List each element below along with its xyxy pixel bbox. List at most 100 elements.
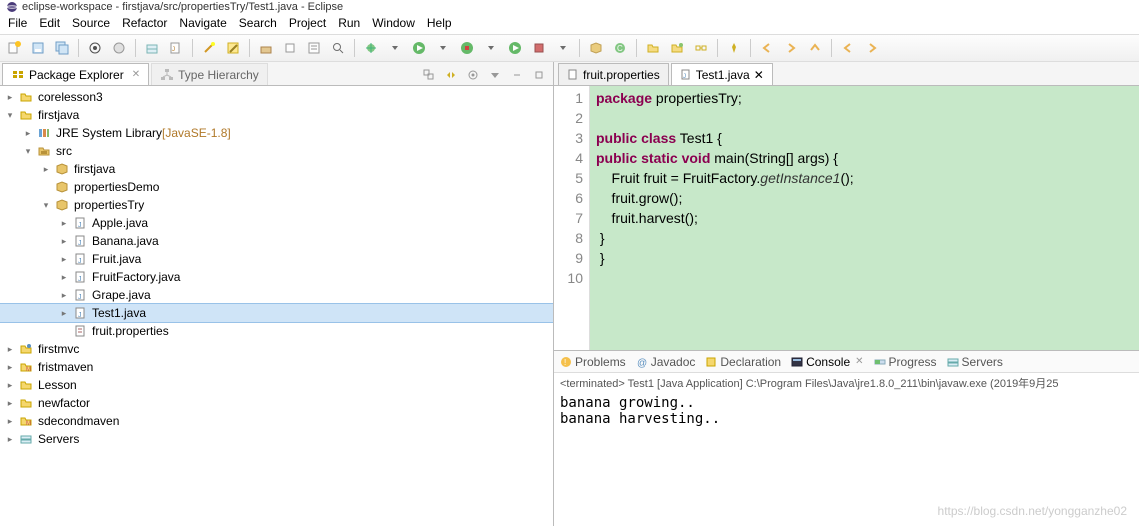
tree-node-project[interactable]: ▸Msdecondmaven	[0, 412, 553, 430]
tree-node-project[interactable]: ▸corelesson3	[0, 88, 553, 106]
tree-label: Apple.java	[92, 216, 148, 230]
back-icon[interactable]	[757, 38, 777, 58]
tab-label: Javadoc	[651, 355, 696, 369]
tree-label: Grape.java	[92, 288, 151, 302]
tab-declaration[interactable]: Declaration	[705, 355, 781, 369]
coverage-icon[interactable]	[457, 38, 477, 58]
open-project-icon[interactable]	[667, 38, 687, 58]
debug-icon[interactable]	[361, 38, 381, 58]
save-all-icon[interactable]	[52, 38, 72, 58]
open-folder-icon[interactable]	[643, 38, 663, 58]
dropdown-icon[interactable]	[385, 38, 405, 58]
tab-console[interactable]: Console✕	[791, 355, 863, 369]
project-tree[interactable]: ▸corelesson3 ▾firstjava ▸JRE System Libr…	[0, 86, 553, 526]
menu-bar: File Edit Source Refactor Navigate Searc…	[0, 14, 1139, 34]
new-jsp-icon[interactable]: J	[166, 38, 186, 58]
build-icon[interactable]	[256, 38, 276, 58]
next-annotation-icon[interactable]	[862, 38, 882, 58]
maximize-icon[interactable]	[529, 65, 549, 85]
link-editor-icon[interactable]	[691, 38, 711, 58]
menu-refactor[interactable]: Refactor	[122, 16, 167, 32]
search-icon[interactable]	[328, 38, 348, 58]
tree-node-jre[interactable]: ▸JRE System Library [JavaSE-1.8]	[0, 124, 553, 142]
tree-node-src[interactable]: ▾src	[0, 142, 553, 160]
tree-node-file[interactable]: ▸JGrape.java	[0, 286, 553, 304]
code-editor[interactable]: 1 2 3 4 5 6 7 8 9 10 package propertiesT…	[554, 86, 1139, 350]
close-icon[interactable]: ✕	[754, 68, 764, 82]
dropdown-icon[interactable]	[433, 38, 453, 58]
view-menu-icon[interactable]	[485, 65, 505, 85]
tree-node-file[interactable]: fruit.properties	[0, 322, 553, 340]
tree-node-file[interactable]: ▸JBanana.java	[0, 232, 553, 250]
minimize-icon[interactable]	[507, 65, 527, 85]
menu-help[interactable]: Help	[427, 16, 452, 32]
tree-node-project[interactable]: ▸Servers	[0, 430, 553, 448]
tree-node-file[interactable]: ▸JFruit.java	[0, 250, 553, 268]
new-package-icon[interactable]	[586, 38, 606, 58]
dropdown-icon[interactable]	[481, 38, 501, 58]
package-explorer-pane: Package Explorer ✕ Type Hierarchy ▸corel…	[0, 62, 554, 526]
tab-package-explorer[interactable]: Package Explorer ✕	[2, 63, 149, 85]
tree-node-package[interactable]: propertiesDemo	[0, 178, 553, 196]
line-number: 7	[556, 208, 583, 228]
open-type-icon[interactable]	[280, 38, 300, 58]
tab-type-hierarchy[interactable]: Type Hierarchy	[151, 63, 268, 85]
dropdown-icon[interactable]	[553, 38, 573, 58]
tree-node-project[interactable]: ▸Mfristmaven	[0, 358, 553, 376]
focus-icon[interactable]	[463, 65, 483, 85]
toggle-breadcrumb-icon[interactable]	[85, 38, 105, 58]
menu-source[interactable]: Source	[72, 16, 110, 32]
tree-node-file[interactable]: ▸JApple.java	[0, 214, 553, 232]
tree-node-package[interactable]: ▾propertiesTry	[0, 196, 553, 214]
window-title: eclipse-workspace - firstjava/src/proper…	[22, 1, 343, 13]
tab-servers[interactable]: Servers	[947, 355, 1003, 369]
run-last-icon[interactable]	[505, 38, 525, 58]
tree-node-project[interactable]: ▸newfactor	[0, 394, 553, 412]
tree-node-package[interactable]: ▸firstjava	[0, 160, 553, 178]
menu-window[interactable]: Window	[372, 16, 415, 32]
tab-javadoc[interactable]: @Javadoc	[636, 355, 696, 369]
new-server-icon[interactable]	[142, 38, 162, 58]
menu-search[interactable]: Search	[239, 16, 277, 32]
console-output[interactable]: banana growing.. banana harvesting..	[554, 393, 1139, 526]
code-area[interactable]: package propertiesTry; public class Test…	[590, 86, 1139, 350]
tree-node-file[interactable]: ▸JFruitFactory.java	[0, 268, 553, 286]
svg-text:C: C	[617, 44, 623, 53]
tree-label: Fruit.java	[92, 252, 141, 266]
tree-node-file-selected[interactable]: ▸JTest1.java	[0, 304, 553, 322]
menu-file[interactable]: File	[8, 16, 27, 32]
highlighter-icon[interactable]	[223, 38, 243, 58]
save-icon[interactable]	[28, 38, 48, 58]
nav-up-icon[interactable]	[805, 38, 825, 58]
tree-node-project[interactable]: ▸firstmvc	[0, 340, 553, 358]
prev-annotation-icon[interactable]	[838, 38, 858, 58]
new-icon[interactable]	[4, 38, 24, 58]
editor-tab-properties[interactable]: fruit.properties	[558, 63, 669, 85]
java-file-icon: J	[72, 251, 88, 267]
wand-icon[interactable]	[199, 38, 219, 58]
forward-icon[interactable]	[781, 38, 801, 58]
tree-node-project[interactable]: ▾firstjava	[0, 106, 553, 124]
new-class-icon[interactable]: C	[610, 38, 630, 58]
svg-text:J: J	[78, 240, 82, 247]
tab-progress[interactable]: Progress	[874, 355, 937, 369]
run-icon[interactable]	[409, 38, 429, 58]
tab-problems[interactable]: !Problems	[560, 355, 626, 369]
tree-label: fristmaven	[38, 360, 93, 374]
menu-run[interactable]: Run	[338, 16, 360, 32]
menu-project[interactable]: Project	[289, 16, 326, 32]
pin-icon[interactable]	[724, 38, 744, 58]
close-icon[interactable]: ✕	[132, 69, 140, 80]
servers-icon	[947, 356, 959, 368]
link-with-editor-icon[interactable]	[441, 65, 461, 85]
menu-navigate[interactable]: Navigate	[179, 16, 226, 32]
tree-node-project[interactable]: ▸Lesson	[0, 376, 553, 394]
open-task-icon[interactable]	[304, 38, 324, 58]
menu-edit[interactable]: Edit	[39, 16, 60, 32]
editor-tab-test1[interactable]: J Test1.java ✕	[671, 63, 773, 85]
close-icon[interactable]: ✕	[855, 356, 863, 367]
tree-label: sdecondmaven	[38, 414, 119, 428]
collapse-all-icon[interactable]	[419, 65, 439, 85]
ext-tools-icon[interactable]	[529, 38, 549, 58]
skip-breakpoints-icon[interactable]	[109, 38, 129, 58]
